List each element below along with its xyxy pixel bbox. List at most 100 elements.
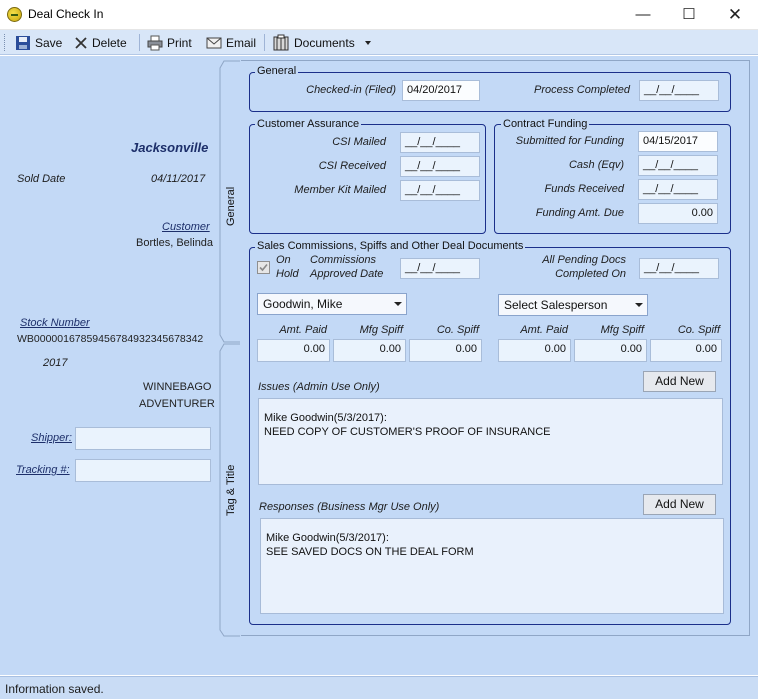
customer-link[interactable]: Customer bbox=[162, 221, 210, 233]
funds-received-label: Funds Received bbox=[544, 183, 625, 195]
checked-in-input[interactable]: 04/20/2017 bbox=[402, 80, 480, 101]
sp2-co-spiff-label: Co. Spiff bbox=[677, 324, 720, 336]
model-value: ADVENTURER bbox=[139, 398, 215, 410]
print-label: Print bbox=[167, 35, 192, 50]
tab-general-label: General bbox=[225, 186, 237, 226]
issues-textarea[interactable]: Mike Goodwin(5/3/2017): NEED COPY OF CUS… bbox=[258, 398, 723, 485]
delete-icon bbox=[75, 36, 87, 49]
shipper-link[interactable]: Shipper: bbox=[31, 432, 72, 444]
sp1-co-spiff-input[interactable]: 0.00 bbox=[409, 339, 482, 362]
commissions-approved-label-line2: Approved Date bbox=[310, 268, 384, 280]
maximize-button[interactable]: ☐ bbox=[666, 0, 712, 30]
toolbar-separator bbox=[264, 34, 265, 51]
checkmark-icon bbox=[259, 263, 268, 272]
email-label: Email bbox=[226, 35, 257, 50]
chevron-down-icon bbox=[635, 303, 643, 307]
sp2-amt-paid-label: Amt. Paid bbox=[520, 324, 568, 336]
member-kit-input[interactable]: __/__/____ bbox=[400, 180, 480, 201]
main-panel: Jacksonville Sold Date 04/11/2017 Custom… bbox=[0, 56, 758, 675]
close-button[interactable]: ✕ bbox=[712, 0, 758, 30]
tab-tag-title-label: Tag & Title bbox=[225, 464, 237, 516]
save-button[interactable]: Save bbox=[15, 33, 62, 52]
commissions-approved-input[interactable]: __/__/____ bbox=[400, 258, 480, 279]
sp2-mfg-spiff-label: Mfg Spiff bbox=[600, 324, 644, 336]
salesperson-1-select[interactable]: Goodwin, Mike bbox=[257, 293, 407, 315]
location-title: Jacksonville bbox=[131, 140, 209, 155]
shipper-input[interactable] bbox=[75, 427, 211, 450]
salesperson-2-select[interactable]: Select Salesperson bbox=[498, 294, 648, 316]
contract-funding-title: Contract Funding bbox=[501, 118, 590, 130]
responses-textarea[interactable]: Mike Goodwin(5/3/2017): SEE SAVED DOCS O… bbox=[260, 518, 724, 614]
cash-input[interactable]: __/__/____ bbox=[638, 155, 718, 176]
submitted-funding-input[interactable]: 04/15/2017 bbox=[638, 131, 718, 152]
printer-icon bbox=[147, 35, 163, 50]
sold-date-value: 04/11/2017 bbox=[151, 173, 206, 185]
on-hold-checkbox[interactable] bbox=[257, 261, 270, 274]
print-button[interactable]: Print bbox=[147, 33, 192, 52]
documents-dropdown[interactable]: Documents bbox=[272, 33, 371, 52]
toolbar-separator bbox=[139, 34, 140, 51]
salesperson-1-value: Goodwin, Mike bbox=[263, 297, 343, 311]
on-hold-label-line2: Hold bbox=[276, 268, 299, 280]
issues-label: Issues (Admin Use Only) bbox=[258, 381, 380, 393]
customer-name: Bortles, Belinda bbox=[136, 237, 214, 249]
documents-icon bbox=[273, 34, 289, 50]
minimize-button[interactable]: — bbox=[620, 0, 666, 30]
sp1-co-spiff-label: Co. Spiff bbox=[436, 324, 479, 336]
funding-amt-due-label: Funding Amt. Due bbox=[535, 207, 624, 219]
toolbar: Save Delete Print Email Documents bbox=[0, 30, 758, 55]
delete-label: Delete bbox=[92, 35, 127, 50]
sp1-mfg-spiff-input[interactable]: 0.00 bbox=[333, 339, 406, 362]
checked-in-label: Checked-in (Filed) bbox=[306, 84, 396, 96]
funding-amt-due-input[interactable]: 0.00 bbox=[638, 203, 718, 224]
responses-add-new-button[interactable]: Add New bbox=[643, 494, 716, 515]
pending-docs-input[interactable]: __/__/____ bbox=[639, 258, 719, 279]
tracking-input[interactable] bbox=[75, 459, 211, 482]
pending-docs-label-line1: All Pending Docs bbox=[542, 254, 626, 266]
cash-label: Cash (Eqv) bbox=[568, 159, 624, 171]
member-kit-label: Member Kit Mailed bbox=[294, 184, 386, 196]
stock-number-link[interactable]: Stock Number bbox=[20, 317, 90, 329]
title-bar: Deal Check In — ☐ ✕ bbox=[0, 0, 758, 30]
email-button[interactable]: Email bbox=[206, 33, 256, 52]
tab-tag-title[interactable]: Tag & Title bbox=[219, 446, 241, 526]
stock-number-value: WB00000167859456784932345678342 bbox=[17, 333, 204, 345]
sp1-mfg-spiff-label: Mfg Spiff bbox=[359, 324, 403, 336]
tab-general[interactable]: General bbox=[219, 166, 241, 236]
status-bar: Information saved. bbox=[0, 676, 758, 699]
chevron-down-icon bbox=[364, 40, 371, 45]
commissions-title: Sales Commissions, Spiffs and Other Deal… bbox=[255, 240, 526, 252]
funds-received-input[interactable]: __/__/____ bbox=[638, 179, 718, 200]
sp2-co-spiff-input[interactable]: 0.00 bbox=[650, 339, 722, 362]
csi-mailed-label: CSI Mailed bbox=[332, 136, 386, 148]
app-icon bbox=[7, 7, 22, 22]
sp2-mfg-spiff-input[interactable]: 0.00 bbox=[574, 339, 647, 362]
vertical-tab-strip bbox=[219, 60, 240, 637]
status-text: Information saved. bbox=[5, 682, 104, 696]
sold-date-label: Sold Date bbox=[17, 173, 66, 185]
submitted-funding-label: Submitted for Funding bbox=[515, 135, 624, 147]
customer-assurance-title: Customer Assurance bbox=[255, 118, 362, 130]
sp2-amt-paid-input[interactable]: 0.00 bbox=[498, 339, 571, 362]
csi-received-input[interactable]: __/__/____ bbox=[400, 156, 480, 177]
issues-add-new-button[interactable]: Add New bbox=[643, 371, 716, 392]
sp1-amt-paid-label: Amt. Paid bbox=[279, 324, 327, 336]
chevron-down-icon bbox=[394, 302, 402, 306]
sp1-amt-paid-input[interactable]: 0.00 bbox=[257, 339, 330, 362]
email-icon bbox=[206, 37, 222, 48]
pending-docs-label-line2: Completed On bbox=[555, 268, 626, 280]
responses-label: Responses (Business Mgr Use Only) bbox=[259, 501, 440, 513]
documents-label: Documents bbox=[294, 35, 355, 50]
csi-mailed-input[interactable]: __/__/____ bbox=[400, 132, 480, 153]
csi-received-label: CSI Received bbox=[318, 160, 386, 172]
salesperson-2-value: Select Salesperson bbox=[504, 298, 608, 312]
save-icon bbox=[16, 35, 30, 50]
delete-button[interactable]: Delete bbox=[74, 33, 127, 52]
toolbar-grip[interactable] bbox=[4, 34, 7, 51]
tracking-link[interactable]: Tracking #: bbox=[16, 464, 70, 476]
process-completed-label: Process Completed bbox=[534, 84, 630, 96]
on-hold-label-line1: On bbox=[276, 254, 291, 266]
make-value: WINNEBAGO bbox=[143, 381, 212, 393]
commissions-approved-label-line1: Commissions bbox=[310, 254, 377, 266]
process-completed-input[interactable]: __/__/____ bbox=[639, 80, 719, 101]
